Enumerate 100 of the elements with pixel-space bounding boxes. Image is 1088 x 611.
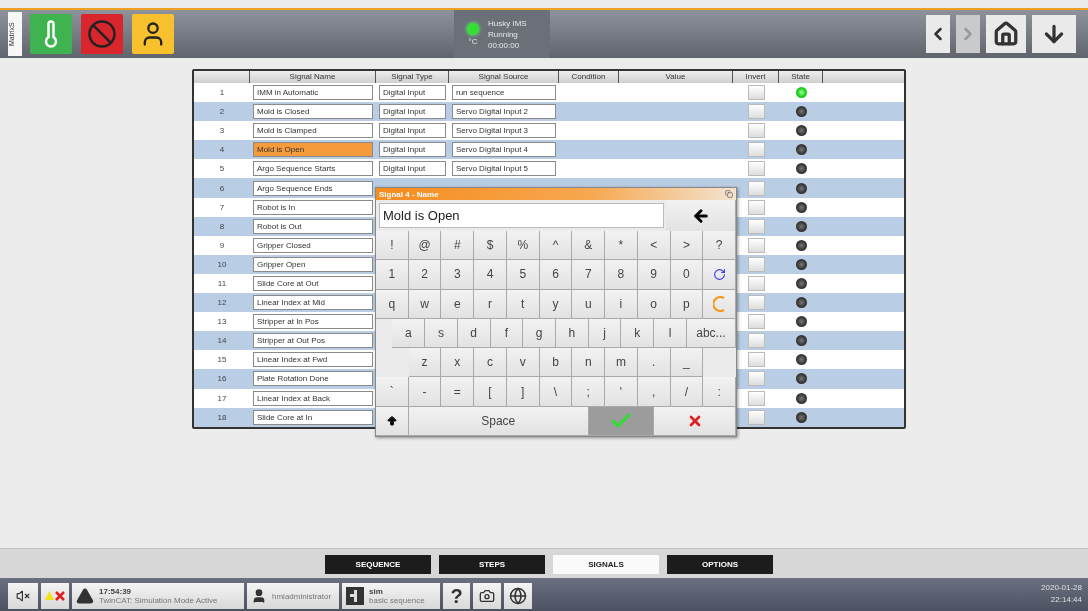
keyboard-key[interactable]: c — [474, 348, 507, 378]
keyboard-key[interactable]: ! — [376, 231, 409, 261]
invert-checkbox[interactable] — [747, 371, 765, 387]
keyboard-key[interactable]: k — [621, 318, 655, 349]
keyboard-key[interactable]: _ — [670, 348, 704, 378]
type-field[interactable]: Digital Input — [379, 142, 446, 158]
name-field[interactable]: Stripper at Out Pos — [253, 333, 373, 349]
mute-button[interactable] — [8, 583, 38, 609]
keyboard-key[interactable]: $ — [474, 231, 507, 261]
user-button[interactable]: hmiadministrator — [247, 583, 339, 609]
keyboard-key[interactable]: r — [474, 289, 507, 319]
source-field[interactable]: run sequence — [452, 85, 556, 101]
invert-checkbox[interactable] — [747, 237, 765, 253]
type-field[interactable]: Digital Input — [379, 123, 446, 139]
name-field[interactable]: Mold is Closed — [253, 104, 373, 120]
temperature-button[interactable] — [30, 14, 72, 54]
keyboard-key[interactable]: ; — [572, 377, 606, 407]
name-field[interactable]: Linear Index at Fwd — [253, 352, 373, 368]
keyboard-key[interactable]: a — [392, 318, 426, 349]
keyboard-key[interactable]: 4 — [474, 260, 507, 290]
source-field[interactable]: Servo Digital Input 4 — [452, 142, 556, 158]
keyboard-key[interactable]: = — [441, 377, 475, 407]
keyboard-key[interactable]: & — [572, 231, 606, 261]
home-button[interactable] — [986, 15, 1026, 53]
shift-key[interactable] — [376, 406, 409, 436]
invert-checkbox[interactable] — [747, 104, 765, 120]
keyboard-key[interactable]: ] — [506, 377, 540, 407]
type-field[interactable]: Digital Input — [379, 161, 446, 177]
keyboard-key[interactable]: 0 — [670, 260, 704, 290]
keyboard-key[interactable]: i — [605, 289, 638, 319]
name-field[interactable]: Mold is Clamped — [253, 123, 373, 139]
name-field[interactable]: Slide Core at In — [253, 409, 373, 425]
keyboard-key[interactable]: q — [376, 289, 409, 319]
invert-checkbox[interactable] — [747, 352, 765, 368]
keyboard-key[interactable]: 9 — [637, 260, 671, 290]
keyboard-key[interactable]: % — [506, 231, 540, 261]
name-field[interactable]: Mold is Open — [253, 142, 373, 158]
keyboard-key[interactable]: * — [605, 231, 638, 261]
keyboard-key[interactable]: 3 — [441, 260, 475, 290]
name-field[interactable]: Plate Rotation Done — [253, 371, 373, 387]
refresh-key[interactable] — [703, 260, 736, 290]
keyboard-key[interactable]: Space — [408, 406, 589, 436]
keyboard-key[interactable]: z — [408, 348, 442, 378]
invert-checkbox[interactable] — [747, 123, 765, 139]
clear-key[interactable] — [703, 289, 736, 319]
keyboard-key[interactable]: : — [703, 377, 736, 407]
text-input[interactable]: Mold is Open — [379, 203, 664, 228]
invert-checkbox[interactable] — [747, 199, 765, 215]
keyboard-key[interactable]: / — [670, 377, 704, 407]
keyboard-key[interactable]: g — [523, 318, 556, 349]
keyboard-key[interactable]: 5 — [506, 260, 540, 290]
keyboard-key[interactable]: m — [605, 348, 638, 378]
keyboard-key[interactable]: . — [637, 348, 671, 378]
type-field[interactable]: Digital Input — [379, 104, 446, 120]
invert-checkbox[interactable] — [747, 218, 765, 234]
invert-checkbox[interactable] — [747, 314, 765, 330]
keyboard-key[interactable]: x — [441, 348, 475, 378]
keyboard-key[interactable]: < — [637, 231, 671, 261]
tab[interactable]: OPTIONS — [667, 555, 773, 574]
keyboard-key[interactable]: - — [408, 377, 442, 407]
keyboard-key[interactable]: v — [506, 348, 540, 378]
name-field[interactable]: Linear Index at Mid — [253, 295, 373, 311]
source-field[interactable]: Servo Digital Input 3 — [452, 123, 556, 139]
keyboard-key[interactable]: [ — [474, 377, 507, 407]
back-button[interactable] — [926, 15, 950, 53]
keyboard-key[interactable]: ? — [703, 231, 736, 261]
language-button[interactable] — [504, 583, 532, 609]
keyboard-key[interactable]: 6 — [539, 260, 573, 290]
name-field[interactable]: Linear Index at Back — [253, 390, 373, 406]
name-field[interactable]: Slide Core at Out — [253, 276, 373, 291]
source-field[interactable]: Servo Digital Input 2 — [452, 104, 556, 120]
window-icon[interactable] — [725, 190, 733, 198]
down-button[interactable] — [1032, 15, 1076, 53]
name-field[interactable]: Argo Sequence Starts — [253, 161, 373, 177]
keyboard-key[interactable]: s — [425, 318, 458, 349]
name-field[interactable]: Gripper Open — [253, 256, 373, 272]
source-field[interactable]: Servo Digital Input 5 — [452, 161, 556, 177]
keyboard-key[interactable]: 7 — [572, 260, 606, 290]
screenshot-button[interactable] — [473, 583, 501, 609]
keyboard-key[interactable]: e — [441, 289, 475, 319]
keyboard-key[interactable]: # — [441, 231, 475, 261]
alarm-reset-button[interactable] — [41, 583, 69, 609]
invert-checkbox[interactable] — [747, 85, 765, 101]
invert-checkbox[interactable] — [747, 276, 765, 291]
invert-checkbox[interactable] — [747, 256, 765, 272]
name-field[interactable]: Stripper at In Pos — [253, 314, 373, 330]
invert-checkbox[interactable] — [747, 180, 765, 196]
name-field[interactable]: Robot is Out — [253, 218, 373, 234]
backspace-key[interactable] — [666, 200, 736, 231]
invert-checkbox[interactable] — [747, 333, 765, 349]
keyboard-key[interactable]: \ — [539, 377, 573, 407]
name-field[interactable]: Robot is In — [253, 199, 373, 215]
keyboard-key[interactable]: l — [654, 318, 687, 349]
tab[interactable]: STEPS — [439, 555, 545, 574]
keyboard-key[interactable]: ` — [376, 377, 409, 407]
name-field[interactable]: Gripper Closed — [253, 237, 373, 253]
keyboard-key[interactable]: 2 — [408, 260, 442, 290]
cancel-button[interactable] — [654, 406, 736, 436]
invert-checkbox[interactable] — [747, 295, 765, 311]
keyboard-key[interactable]: u — [572, 289, 606, 319]
